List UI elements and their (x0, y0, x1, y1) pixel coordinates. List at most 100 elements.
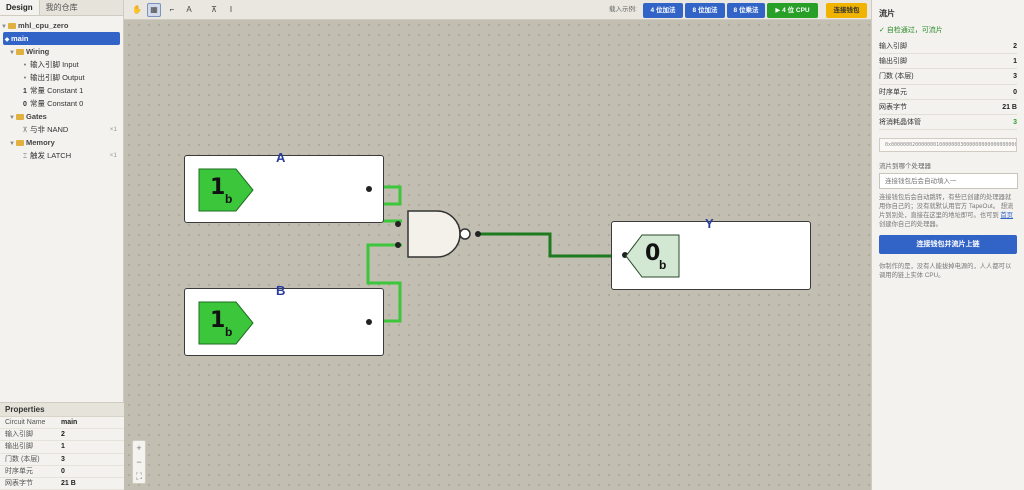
group-label: Memory (26, 138, 55, 147)
stat-key: 网表字节 (879, 103, 907, 111)
stat-value: 2 (1013, 43, 1017, 50)
tree-item-main[interactable]: ◆ main (3, 32, 120, 45)
property-row: 输出引脚 1 (0, 441, 124, 454)
item-label: 输入引脚 Input (30, 60, 79, 69)
pin-b-base: b (225, 325, 233, 339)
circuit-canvas[interactable]: 1 b A 1 b B 0 b Y + − ⛶ (124, 20, 871, 490)
fit-view-icon[interactable]: ⛶ (133, 469, 145, 483)
wire-y[interactable] (480, 232, 624, 258)
hand-tool-icon[interactable]: ✋ (130, 3, 144, 17)
sidebar-tabs: Design 我的仓库 (0, 0, 123, 16)
property-key: Circuit Name (5, 419, 46, 426)
example-8bit-adder-button[interactable]: 8 位加法 (685, 3, 725, 18)
self-check-status: ✓ 自检通过，可流片 (879, 27, 943, 34)
properties-title: Properties (0, 403, 124, 417)
zoom-in-icon[interactable]: + (133, 441, 145, 455)
zoom-out-icon[interactable]: − (133, 455, 145, 469)
pin-y-base: b (659, 258, 667, 272)
tree-item-const0[interactable]: 0 常量 Constant 0 (0, 97, 123, 110)
tree-project[interactable]: ▼ mhl_cpu_zero (0, 19, 123, 32)
stat-row: 输出引脚 1 (879, 54, 1017, 70)
gate-output-port[interactable] (475, 231, 481, 237)
select-tool-icon[interactable]: ▦ (147, 3, 161, 17)
tree-item-nand[interactable]: ⊼ 与非 NAND ×1 (0, 123, 123, 136)
project-icon (8, 23, 16, 30)
input-pin-a[interactable]: 1 b (184, 155, 384, 223)
property-row: 输入引脚 2 (0, 429, 124, 442)
property-key: 门数 (本层) (5, 455, 40, 463)
stat-key: 输入引脚 (879, 43, 907, 50)
property-value: 0 (61, 467, 65, 475)
wire-tool-icon[interactable]: ⌐ (165, 3, 179, 17)
output-pin-y[interactable]: 0 b (611, 221, 811, 290)
stat-row: 输入引脚 2 (879, 39, 1017, 55)
property-value: main (61, 419, 78, 426)
item-label: 与非 NAND (30, 125, 69, 134)
latch-icon: ⌶ (22, 153, 28, 160)
stat-row: 网表字节 21 B (879, 100, 1017, 115)
usage-count: ×1 (109, 152, 117, 159)
item-label: 常量 Constant 0 (30, 99, 84, 108)
pin-b-port[interactable] (366, 319, 372, 325)
example-8bit-multiplier-button[interactable]: 8 位乘法 (727, 3, 765, 18)
stat-row: 将消耗晶体管 3 (879, 115, 1017, 131)
stat-value: 21 B (1002, 103, 1017, 111)
pin-a-port[interactable] (366, 186, 372, 192)
stat-value: 3 (1013, 73, 1017, 81)
nand-gate[interactable] (407, 210, 461, 258)
property-key: 时序单元 (5, 467, 33, 475)
property-value: 21 B (61, 479, 76, 487)
group-label: Wiring (26, 47, 50, 56)
tapeout-panel: 流片 ✓ 自检通过，可流片 输入引脚 2 输出引脚 1 门数 (本层) 3 时序单元 0… (871, 0, 1024, 490)
left-sidebar: Design 我的仓库 ▼ mhl_cpu_zero ◆ main ▼ Wiring … (0, 0, 124, 490)
processor-address-input[interactable] (879, 173, 1018, 190)
stat-row: 门数 (本层) 3 (879, 69, 1017, 85)
property-key: 输入引脚 (5, 431, 33, 439)
example-4bit-cpu-button[interactable]: ▶ 4 位 CPU (767, 3, 818, 18)
pin-a-base: b (225, 192, 233, 206)
connect-wallet-button[interactable]: 连接钱包 (826, 3, 867, 18)
gate-input-port[interactable] (395, 242, 401, 248)
home-link[interactable]: 首页 (1000, 212, 1013, 219)
stat-key: 将消耗晶体管 (879, 118, 921, 126)
stat-value: 1 (1013, 58, 1017, 66)
example-4bit-adder-button[interactable]: 4 位加法 (643, 3, 683, 18)
stat-value: 0 (1013, 88, 1017, 96)
stat-key: 输出引脚 (879, 58, 907, 66)
property-row: 时序单元 0 (0, 466, 124, 478)
tree-group-memory[interactable]: ▼ Memory (0, 136, 123, 149)
tapeout-button[interactable]: 连接钱包并流片上链 (879, 235, 1017, 255)
tree-group-wiring[interactable]: ▼ Wiring (0, 45, 123, 58)
pin-a-value: 1 (210, 175, 226, 200)
pin-b-label: B (276, 283, 286, 298)
property-value: 1 (61, 443, 65, 451)
tree-group-gates[interactable]: ▼ Gates (0, 110, 123, 123)
pin-b-value: 1 (210, 308, 226, 333)
tab-library[interactable]: 我的仓库 (40, 0, 84, 15)
item-label: 输出引脚 Output (30, 73, 85, 82)
gate-input-port[interactable] (395, 221, 401, 227)
input-pin-b[interactable]: 1 b (184, 288, 384, 356)
tree-item-latch[interactable]: ⌶ 触发 LATCH ×1 (0, 149, 123, 162)
stat-value: 3 (1013, 118, 1017, 126)
usage-count: ×1 (109, 126, 117, 133)
pin-y-label: Y (705, 216, 714, 231)
processor-target-label: 流片到哪个处理器 (879, 163, 931, 171)
property-key: 网表字节 (5, 479, 33, 487)
netlist-hex[interactable]: 0x00000002000000010000000300000000000000… (879, 138, 1017, 153)
stat-key: 门数 (本层) (879, 73, 914, 81)
folder-icon (16, 49, 24, 56)
property-key: 输出引脚 (5, 443, 33, 451)
tree-item-output[interactable]: • 输出引脚 Output (0, 71, 123, 84)
tree-item-input[interactable]: • 输入引脚 Input (0, 58, 123, 71)
top-toolbar: ✋ ▦ ⌐ A ⊼ I 载入示例: 4 位加法 8 位加法 8 位乘法 ▶ 4 … (124, 0, 871, 20)
tree-item-const1[interactable]: 1 常量 Constant 1 (0, 84, 123, 97)
gate-tool-icon[interactable]: ⊼ (207, 3, 221, 17)
property-row: Circuit Name main (0, 417, 124, 430)
text-tool-icon[interactable]: A (182, 3, 196, 17)
nand-bubble (459, 228, 471, 240)
load-examples-label: 载入示例: (609, 6, 637, 13)
property-value: 3 (61, 455, 65, 463)
tab-design[interactable]: Design (0, 0, 40, 15)
pin-tool-icon[interactable]: I (224, 3, 238, 17)
